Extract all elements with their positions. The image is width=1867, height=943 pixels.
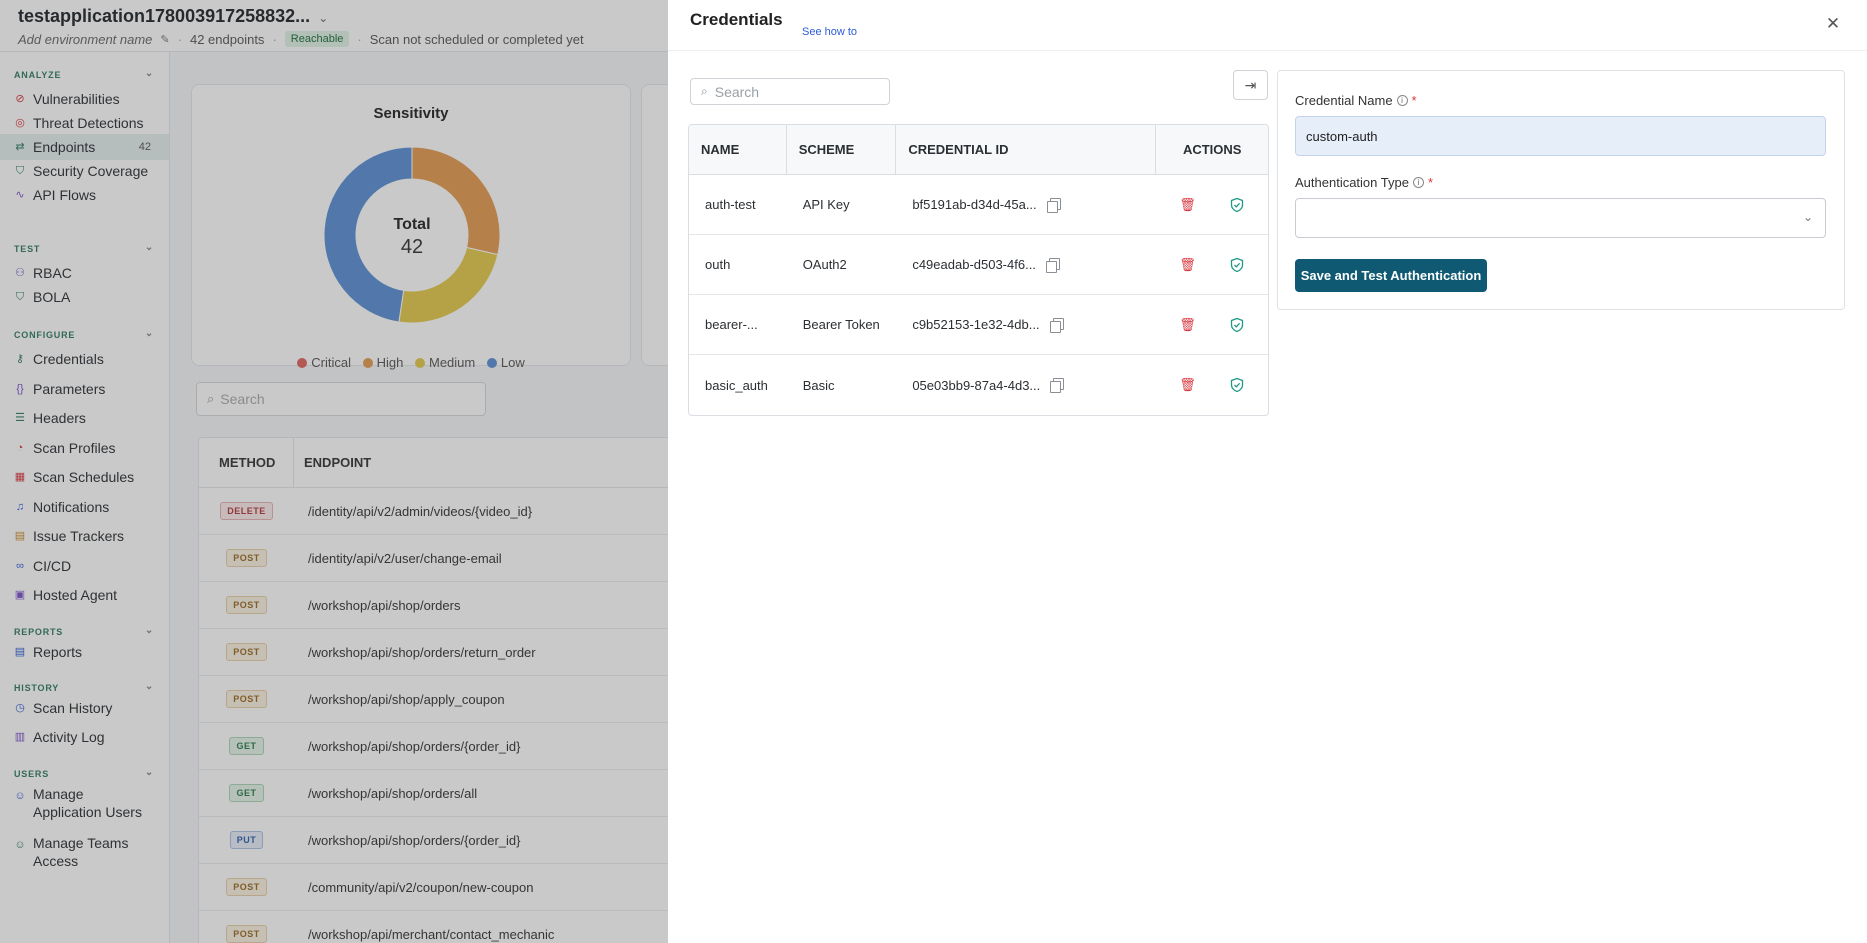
shield-check-icon[interactable] (1229, 317, 1245, 333)
actions-cell: 🗑 (1156, 235, 1268, 294)
required-asterisk: * (1411, 93, 1417, 108)
credential-id: c9b52153-1e32-4db... (912, 317, 1040, 332)
credentials-search-input[interactable]: ⌕ Search (690, 78, 890, 105)
column-name[interactable]: NAME (689, 125, 787, 174)
shield-check-icon[interactable] (1229, 377, 1245, 393)
column-scheme[interactable]: SCHEME (787, 125, 897, 174)
credentials-table: NAME SCHEME CREDENTIAL ID ACTIONS auth-t… (688, 124, 1269, 416)
copy-icon[interactable] (1049, 317, 1064, 333)
close-icon[interactable]: ✕ (1823, 14, 1843, 34)
info-icon[interactable]: i (1396, 95, 1408, 106)
credentials-rows: auth-test API Key bf5191ab-d34d-45a... 🗑 out… (689, 175, 1268, 415)
credential-id-cell: c49eadab-d503-4f6... (896, 235, 1156, 294)
label-text: Authentication Type (1295, 175, 1409, 190)
table-row[interactable]: outh OAuth2 c49eadab-d503-4f6... 🗑 (689, 235, 1268, 295)
required-asterisk: * (1427, 175, 1434, 190)
copy-icon[interactable] (1045, 257, 1060, 273)
credential-id: 05e03bb9-87a4-4d3... (912, 377, 1041, 393)
shield-check-icon[interactable] (1229, 197, 1245, 213)
credential-name[interactable]: basic_auth (689, 355, 787, 415)
credential-id: c49eadab-d503-4f6... (912, 257, 1036, 272)
actions-cell: 🗑 (1156, 355, 1268, 415)
trash-icon[interactable]: 🗑 (1179, 377, 1196, 393)
credential-form: Credential Name i * custom-auth Authenti… (1277, 70, 1845, 310)
table-row[interactable]: basic_auth Basic 05e03bb9-87a4-4d3... 🗑 (689, 355, 1268, 415)
actions-cell: 🗑 (1156, 295, 1268, 354)
credential-name-input[interactable]: custom-auth (1295, 116, 1826, 156)
credential-name-label: Credential Name i * (1295, 93, 1417, 108)
trash-icon[interactable]: 🗑 (1179, 197, 1196, 213)
authentication-type-select[interactable]: ⌄ (1295, 198, 1826, 238)
credential-scheme: Bearer Token (802, 317, 880, 332)
table-row[interactable]: bearer-... Bearer Token c9b52153-1e32-4db.… (689, 295, 1268, 355)
credential-name[interactable]: outh (689, 235, 787, 294)
table-row[interactable]: auth-test API Key bf5191ab-d34d-45a... 🗑 (689, 175, 1268, 235)
credential-scheme: API Key (802, 197, 850, 212)
search-icon: ⌕ (701, 84, 708, 98)
input-value: custom-auth (1306, 128, 1378, 144)
authentication-type-label: Authentication Type i * (1295, 175, 1433, 190)
arrow-to-right-icon: ⇥ (1244, 76, 1257, 93)
search-placeholder: Search (714, 83, 760, 100)
credential-scheme: OAuth2 (802, 257, 847, 272)
save-and-test-button[interactable]: Save and Test Authentication (1295, 259, 1487, 292)
table-header: NAME SCHEME CREDENTIAL ID ACTIONS (689, 125, 1268, 175)
actions-cell: 🗑 (1156, 175, 1268, 234)
column-credential-id[interactable]: CREDENTIAL ID (896, 125, 1157, 174)
credential-id: bf5191ab-d34d-45a... (912, 197, 1037, 212)
copy-icon[interactable] (1046, 197, 1061, 213)
credentials-drawer: Credentials See how to ✕ ⌕ Search ⇥ NAME … (668, 0, 1867, 943)
trash-icon[interactable]: 🗑 (1179, 257, 1196, 273)
credential-id-cell: 05e03bb9-87a4-4d3... (896, 355, 1156, 415)
drawer-title: Credentials (690, 10, 783, 29)
credential-scheme: Basic (802, 377, 835, 393)
chevron-down-icon: ⌄ (1802, 210, 1813, 224)
collapse-panel-button[interactable]: ⇥ (1233, 70, 1268, 100)
credential-id-cell: c9b52153-1e32-4db... (896, 295, 1156, 354)
info-icon[interactable]: i (1412, 177, 1424, 188)
label-text: Credential Name (1295, 93, 1393, 108)
credential-name[interactable]: bearer-... (689, 295, 787, 354)
shield-check-icon[interactable] (1229, 257, 1245, 273)
credential-id-cell: bf5191ab-d34d-45a... (896, 175, 1156, 234)
modal-overlay[interactable] (0, 0, 668, 943)
see-how-to-link[interactable]: See how to (802, 26, 857, 38)
copy-icon[interactable] (1050, 378, 1065, 393)
column-actions: ACTIONS (1182, 142, 1242, 157)
trash-icon[interactable]: 🗑 (1179, 317, 1196, 333)
credential-name[interactable]: auth-test (689, 175, 787, 234)
drawer-divider (668, 50, 1867, 51)
